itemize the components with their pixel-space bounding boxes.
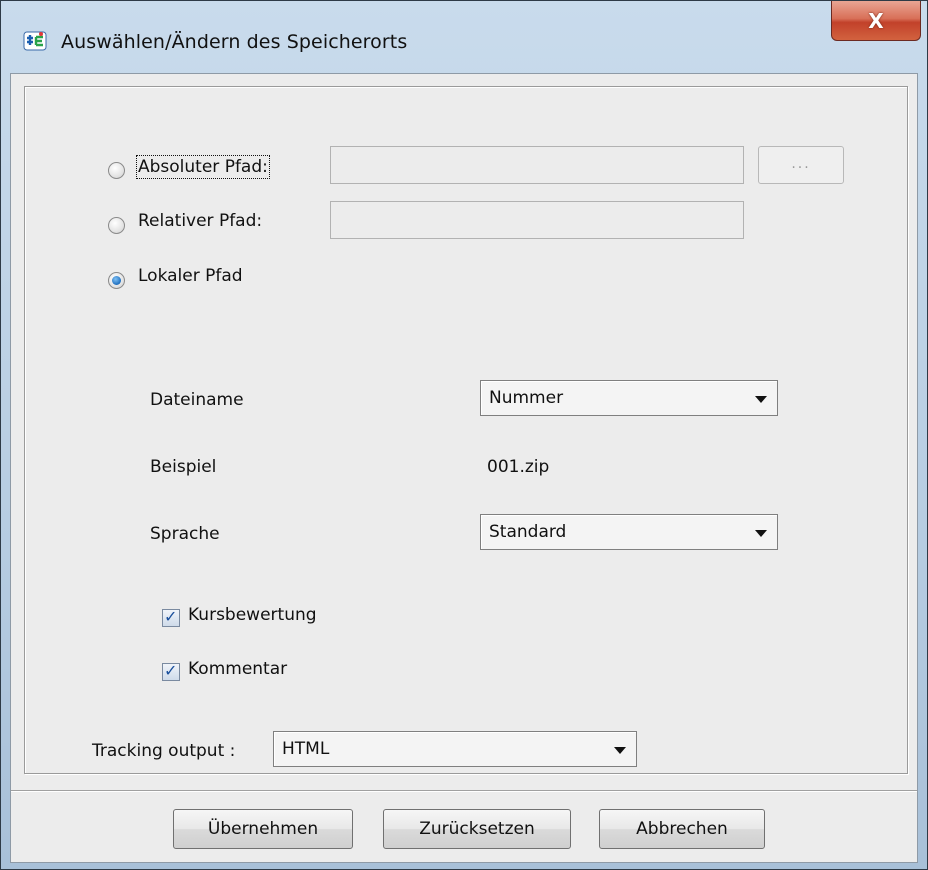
absolute-path-label[interactable]: Absoluter Pfad: (136, 155, 270, 179)
course-rating-checkbox[interactable]: ✓ (162, 607, 180, 627)
filename-label: Dateiname (150, 390, 244, 410)
course-rating-label[interactable]: Kursbewertung (188, 605, 317, 625)
settings-panel: Absoluter Pfad: ... Relativer Pfad: Loka… (24, 86, 908, 774)
button-bar: Übernehmen Zurücksetzen Abbrechen (11, 790, 917, 863)
example-label: Beispiel (150, 457, 217, 477)
window-title: Auswählen/Ändern des Speicherorts (61, 31, 408, 53)
apply-button[interactable]: Übernehmen (173, 809, 353, 849)
language-dropdown[interactable]: Standard (480, 514, 778, 550)
language-label: Sprache (150, 524, 220, 544)
cancel-button[interactable]: Abbrechen (599, 809, 765, 849)
local-path-radio[interactable] (108, 272, 125, 289)
relative-path-label[interactable]: Relativer Pfad: (138, 211, 262, 231)
reset-button[interactable]: Zurücksetzen (383, 809, 571, 849)
tracking-output-label: Tracking output : (92, 741, 236, 761)
absolute-path-radio[interactable] (108, 162, 125, 179)
comment-checkbox[interactable]: ✓ (162, 661, 180, 681)
chevron-down-icon (755, 530, 767, 537)
local-path-label[interactable]: Lokaler Pfad (138, 266, 243, 286)
filename-dropdown-value: Nummer (489, 388, 564, 408)
tracking-output-dropdown[interactable]: HTML (273, 731, 637, 767)
title-bar[interactable]: Auswählen/Ändern des Speicherorts X (1, 1, 927, 63)
app-logo-icon (23, 31, 47, 51)
chevron-down-icon (614, 747, 626, 754)
filename-dropdown[interactable]: Nummer (480, 380, 778, 416)
checkmark-icon: ✓ (164, 661, 178, 680)
comment-label[interactable]: Kommentar (188, 659, 287, 679)
chevron-down-icon (755, 396, 767, 403)
relative-path-input[interactable] (330, 201, 744, 239)
checkmark-icon: ✓ (164, 607, 178, 626)
example-value: 001.zip (487, 457, 550, 477)
close-button[interactable]: X (831, 1, 921, 41)
browse-button[interactable]: ... (758, 146, 844, 184)
dialog-window: Auswählen/Ändern des Speicherorts X Abso… (0, 0, 928, 870)
absolute-path-input[interactable] (330, 146, 744, 184)
language-dropdown-value: Standard (489, 522, 567, 542)
close-icon: X (868, 8, 884, 33)
tracking-output-value: HTML (282, 739, 330, 759)
relative-path-radio[interactable] (108, 217, 125, 234)
dialog-client-area: Absoluter Pfad: ... Relativer Pfad: Loka… (10, 73, 918, 863)
